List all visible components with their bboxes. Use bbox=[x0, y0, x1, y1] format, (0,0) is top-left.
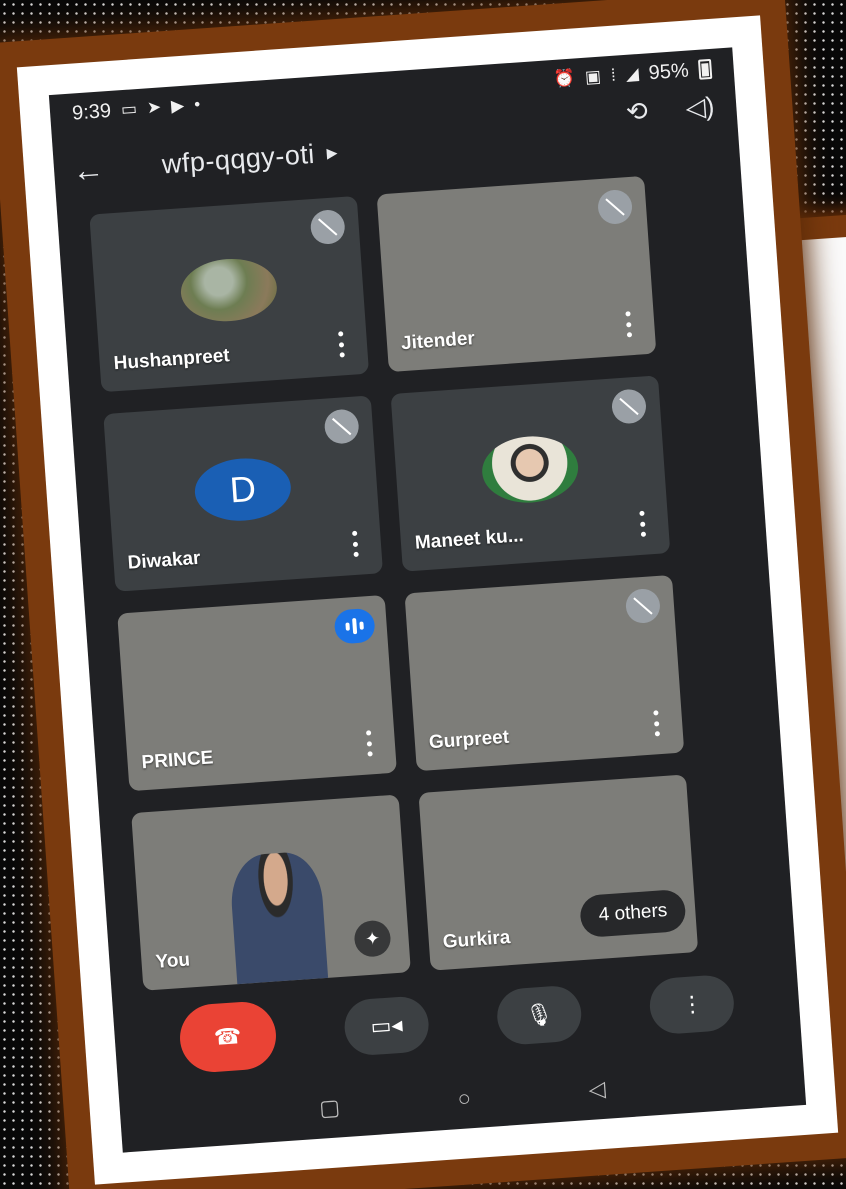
participant-tile[interactable]: D Diwakar bbox=[103, 395, 384, 592]
more-vert-icon: ⋮ bbox=[680, 990, 705, 1018]
participant-name: Gurkira bbox=[442, 927, 512, 953]
status-time: 9:39 bbox=[71, 99, 112, 125]
participant-name: Maneet ku... bbox=[414, 525, 525, 554]
avatar: D bbox=[192, 455, 293, 525]
camera-icon: ▭◂ bbox=[369, 1011, 404, 1039]
back-nav-icon[interactable]: ◁ bbox=[588, 1076, 607, 1103]
participant-tile[interactable]: PRINCE bbox=[117, 594, 397, 792]
end-call-icon: ☎ bbox=[213, 1023, 243, 1050]
battery-level: 95% bbox=[647, 59, 690, 84]
end-call-button[interactable]: ☎ bbox=[177, 999, 278, 1075]
participant-tile[interactable]: Maneet ku... bbox=[390, 375, 671, 572]
telegram-icon: ➤ bbox=[146, 97, 162, 118]
vibrate-icon: ⁞ bbox=[610, 65, 617, 85]
participant-name: Hushanpreet bbox=[113, 345, 231, 375]
back-arrow-icon[interactable]: ← bbox=[71, 148, 133, 189]
participant-grid: Hushanpreet Jitender D Diwakar Maneet ku… bbox=[57, 161, 795, 993]
home-icon[interactable]: ○ bbox=[457, 1085, 472, 1112]
participant-name: PRINCE bbox=[140, 747, 215, 774]
others-count-badge[interactable]: 4 others bbox=[579, 888, 687, 939]
participant-name: Diwakar bbox=[126, 547, 202, 574]
more-options-button[interactable]: ⋮ bbox=[648, 973, 737, 1036]
mic-icon: 🎙 bbox=[524, 1001, 555, 1029]
mic-button[interactable]: 🎙 bbox=[495, 984, 584, 1047]
effects-sparkle-icon[interactable]: ✦ bbox=[353, 919, 392, 958]
cast-icon: ▭ bbox=[120, 99, 138, 120]
meeting-code[interactable]: wfp-qqgy-oti bbox=[161, 138, 316, 180]
switch-camera-icon[interactable]: ⟲ bbox=[625, 95, 649, 127]
battery-icon bbox=[697, 58, 713, 80]
meeting-details-arrow-icon[interactable]: ▶ bbox=[326, 144, 338, 162]
mic-off-icon bbox=[624, 587, 662, 625]
mic-off-icon bbox=[309, 208, 346, 246]
youtube-icon: ▶ bbox=[170, 95, 185, 116]
more-options-icon[interactable] bbox=[364, 730, 374, 757]
mic-off-icon bbox=[596, 188, 634, 226]
alarm-icon: ⏰ bbox=[553, 68, 576, 89]
meet-screen: 9:39 ▭ ➤ ▶ • ⏰ ▣ ⁞ ◢ 95% ← wfp-qqgy-oti … bbox=[48, 47, 807, 1153]
avatar bbox=[479, 433, 581, 507]
participant-tile[interactable]: Gurpreet bbox=[404, 574, 685, 772]
participant-name: Jitender bbox=[400, 328, 476, 355]
participant-name: Gurpreet bbox=[428, 726, 510, 754]
speaker-icon[interactable]: ◁) bbox=[685, 91, 716, 124]
mic-off-icon bbox=[610, 388, 648, 425]
more-options-icon[interactable] bbox=[637, 510, 647, 537]
participant-tile[interactable]: Jitender bbox=[376, 175, 657, 373]
signal-icon: ◢ bbox=[625, 64, 640, 84]
participant-tile[interactable]: Hushanpreet bbox=[89, 195, 370, 393]
volte-icon: ▣ bbox=[584, 66, 602, 87]
more-options-icon[interactable] bbox=[651, 710, 661, 737]
photo-frame: 9:39 ▭ ➤ ▶ • ⏰ ▣ ⁞ ◢ 95% ← wfp-qqgy-oti … bbox=[16, 15, 839, 1185]
self-video bbox=[228, 850, 329, 985]
dot-icon: • bbox=[193, 94, 201, 115]
participant-tile[interactable]: Gurkira 4 others bbox=[418, 774, 699, 971]
mic-off-icon bbox=[323, 408, 360, 445]
more-options-icon[interactable] bbox=[623, 311, 633, 338]
more-options-icon[interactable] bbox=[336, 331, 346, 358]
participant-name: You bbox=[154, 949, 191, 973]
avatar bbox=[178, 256, 279, 325]
more-options-icon[interactable] bbox=[350, 530, 360, 558]
speaking-indicator-icon bbox=[333, 607, 376, 645]
camera-button[interactable]: ▭◂ bbox=[342, 995, 431, 1057]
self-view-tile[interactable]: You ✦ bbox=[131, 794, 411, 991]
recents-icon[interactable]: ▢ bbox=[318, 1094, 341, 1121]
